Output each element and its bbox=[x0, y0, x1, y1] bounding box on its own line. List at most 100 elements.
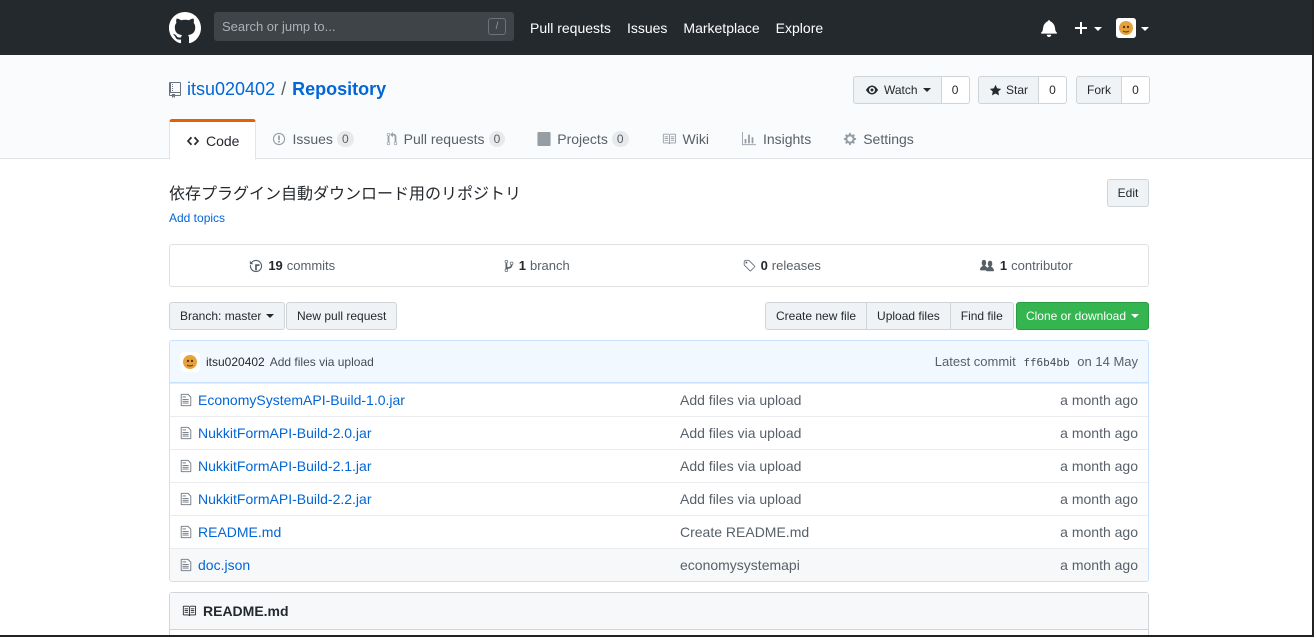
tab-projects[interactable]: Projects 0 bbox=[521, 119, 644, 159]
tab-settings[interactable]: Settings bbox=[827, 119, 930, 159]
file-table: itsu020402 Add files via upload Latest c… bbox=[169, 340, 1149, 582]
repo-owner-link[interactable]: itsu020402 bbox=[187, 79, 275, 100]
repo-name-link[interactable]: Repository bbox=[292, 79, 386, 100]
nav-issues[interactable]: Issues bbox=[627, 20, 667, 36]
file-row: doc.json economysystemapi a month ago bbox=[170, 548, 1148, 581]
plus-icon bbox=[1075, 22, 1087, 34]
branch-summary[interactable]: 1 branch bbox=[415, 245, 660, 286]
repo-path-separator: / bbox=[281, 79, 287, 99]
avatar-caret-icon[interactable] bbox=[1141, 27, 1149, 31]
file-age: a month ago bbox=[1060, 458, 1138, 474]
file-icon bbox=[180, 393, 192, 407]
tab-pull-requests-count: 0 bbox=[488, 131, 506, 147]
file-commit-message[interactable]: Add files via upload bbox=[680, 392, 801, 408]
nav-explore[interactable]: Explore bbox=[776, 20, 823, 36]
clone-label: Clone or download bbox=[1025, 309, 1127, 323]
new-pull-request-button[interactable]: New pull request bbox=[286, 302, 398, 330]
file-name-link[interactable]: doc.json bbox=[198, 557, 250, 573]
nav-marketplace[interactable]: Marketplace bbox=[683, 20, 759, 36]
global-header: / Pull requests Issues Marketplace Explo… bbox=[0, 0, 1314, 55]
contributor-summary[interactable]: 1 contributor bbox=[904, 245, 1149, 286]
tab-insights[interactable]: Insights bbox=[725, 119, 827, 159]
file-commit-message[interactable]: Add files via upload bbox=[680, 491, 801, 507]
watch-button[interactable]: Watch bbox=[853, 76, 942, 104]
clone-or-download-button[interactable]: Clone or download bbox=[1016, 302, 1149, 330]
commit-sha-link[interactable]: ff6b4bb bbox=[1023, 356, 1069, 369]
branch-select-button[interactable]: Branch: master bbox=[169, 302, 286, 330]
file-icon bbox=[180, 492, 192, 506]
tab-issues[interactable]: Issues 0 bbox=[256, 119, 369, 159]
file-name-link[interactable]: NukkitFormAPI-Build-2.0.jar bbox=[198, 425, 372, 441]
star-button[interactable]: Star bbox=[978, 76, 1040, 104]
file-age: a month ago bbox=[1060, 491, 1138, 507]
search-input[interactable] bbox=[214, 12, 474, 41]
tab-wiki[interactable]: Wiki bbox=[645, 119, 725, 159]
fork-count[interactable]: 0 bbox=[1122, 76, 1150, 104]
book-icon bbox=[182, 605, 196, 617]
avatar-image-icon bbox=[180, 351, 200, 372]
file-commit-message[interactable]: economysystemapi bbox=[680, 557, 800, 573]
book-icon bbox=[662, 133, 676, 145]
tab-code[interactable]: Code bbox=[169, 119, 257, 160]
readme-title: README.md bbox=[203, 603, 289, 619]
tab-insights-label: Insights bbox=[762, 131, 812, 147]
file-name-link[interactable]: README.md bbox=[198, 524, 281, 540]
releases-label: releases bbox=[771, 258, 821, 273]
create-new-dropdown[interactable] bbox=[1072, 18, 1104, 38]
repo-icon bbox=[169, 81, 181, 98]
file-age: a month ago bbox=[1060, 557, 1138, 573]
find-file-button[interactable]: Find file bbox=[949, 302, 1014, 330]
tab-issues-count: 0 bbox=[336, 131, 354, 147]
file-commit-message[interactable]: Add files via upload bbox=[680, 425, 801, 441]
commit-message-link[interactable]: Add files via upload bbox=[270, 355, 374, 369]
user-avatar[interactable] bbox=[1116, 18, 1136, 38]
commits-summary[interactable]: 19 commits bbox=[170, 245, 415, 286]
tab-issues-label: Issues bbox=[292, 131, 333, 147]
contributor-count: 1 bbox=[999, 258, 1008, 273]
readme-box: README.md bbox=[169, 592, 1149, 637]
contributor-label: contributor bbox=[1011, 258, 1073, 273]
project-icon bbox=[537, 132, 551, 146]
watch-count[interactable]: 0 bbox=[941, 76, 970, 104]
file-icon bbox=[180, 525, 192, 539]
latest-commit: Latest commit ff6b4bb on 14 May bbox=[935, 354, 1138, 369]
edit-description-button[interactable]: Edit bbox=[1107, 179, 1149, 207]
commit-author-avatar[interactable] bbox=[180, 351, 200, 372]
readme-header: README.md bbox=[170, 593, 1148, 630]
commit-tease: itsu020402 Add files via upload Latest c… bbox=[170, 341, 1148, 383]
bell-icon[interactable] bbox=[1040, 19, 1058, 37]
file-row: README.md Create README.md a month ago bbox=[170, 515, 1148, 548]
commits-count: 19 bbox=[268, 258, 283, 273]
releases-count: 0 bbox=[760, 258, 768, 273]
watch-label: Watch bbox=[884, 83, 918, 97]
tab-pull-requests[interactable]: Pull requests 0 bbox=[370, 119, 522, 159]
file-icon bbox=[180, 426, 192, 440]
repo-tabs: Code Issues 0 Pull requests 0 Projects 0… bbox=[169, 119, 930, 160]
caret-down-icon bbox=[1094, 27, 1102, 31]
file-name-link[interactable]: EconomySystemAPI-Build-1.0.jar bbox=[198, 392, 405, 408]
file-name-link[interactable]: NukkitFormAPI-Build-2.2.jar bbox=[198, 491, 372, 507]
search-shortcut-badge: / bbox=[488, 18, 506, 35]
code-icon bbox=[186, 136, 200, 145]
nav-pull-requests[interactable]: Pull requests bbox=[530, 20, 611, 36]
star-count[interactable]: 0 bbox=[1039, 76, 1068, 104]
header-nav: Pull requests Issues Marketplace Explore bbox=[530, 20, 823, 36]
file-commit-message[interactable]: Create README.md bbox=[680, 524, 809, 540]
star-label: Star bbox=[1006, 83, 1029, 97]
caret-down-icon bbox=[1131, 314, 1140, 318]
create-new-file-button[interactable]: Create new file bbox=[765, 302, 868, 330]
file-commit-message[interactable]: Add files via upload bbox=[680, 458, 801, 474]
pull-request-icon bbox=[386, 132, 397, 146]
github-logo-icon[interactable] bbox=[169, 12, 201, 44]
graph-icon bbox=[741, 132, 756, 146]
caret-down-icon bbox=[266, 314, 275, 318]
file-row: EconomySystemAPI-Build-1.0.jar Add files… bbox=[170, 383, 1148, 416]
releases-summary[interactable]: 0 releases bbox=[659, 245, 904, 286]
fork-button[interactable]: Fork bbox=[1076, 76, 1122, 104]
upload-files-button[interactable]: Upload files bbox=[866, 302, 951, 330]
file-name-link[interactable]: NukkitFormAPI-Build-2.1.jar bbox=[198, 458, 372, 474]
commit-author-link[interactable]: itsu020402 bbox=[206, 355, 265, 369]
issue-icon bbox=[273, 132, 286, 146]
avatar-image-icon bbox=[1116, 18, 1136, 38]
add-topics-link[interactable]: Add topics bbox=[169, 211, 225, 225]
